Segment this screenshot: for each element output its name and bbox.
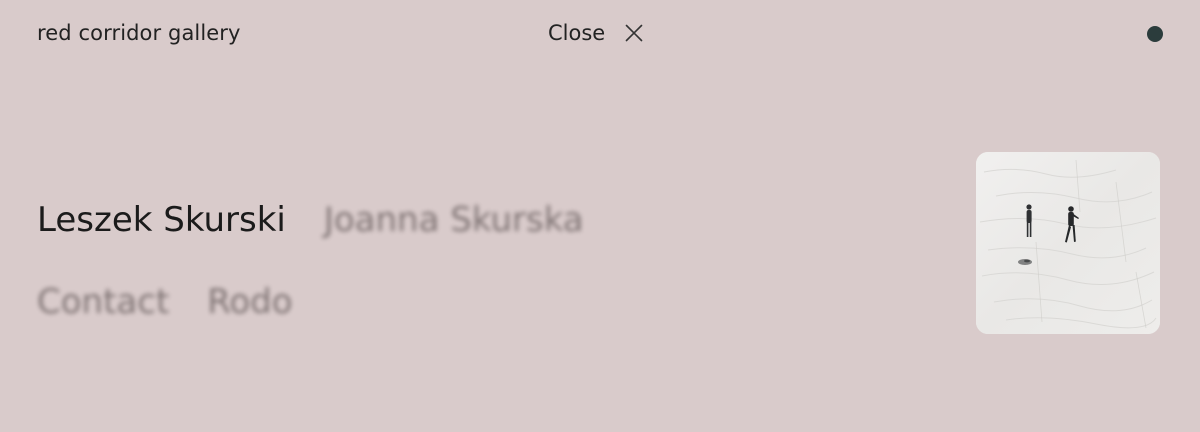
artwork-thumbnail[interactable] xyxy=(976,152,1160,334)
status-dot-indicator xyxy=(1147,26,1163,42)
painting-two-figures-image xyxy=(976,152,1160,334)
close-menu-button[interactable]: Close xyxy=(548,19,643,47)
menu-item-contact[interactable]: Contact xyxy=(37,280,169,324)
menu-item-leszek-skurski[interactable]: Leszek Skurski xyxy=(37,198,286,242)
menu-item-joanna-skurska[interactable]: Joanna Skurska xyxy=(324,198,584,242)
close-label: Close xyxy=(548,21,606,45)
site-title-link[interactable]: red corridor gallery xyxy=(37,19,241,47)
artists-menu: Leszek Skurski Joanna Skurska xyxy=(37,198,584,242)
menu-item-rodo[interactable]: Rodo xyxy=(207,280,292,324)
close-icon xyxy=(625,24,643,42)
secondary-menu: Contact Rodo xyxy=(37,280,293,324)
